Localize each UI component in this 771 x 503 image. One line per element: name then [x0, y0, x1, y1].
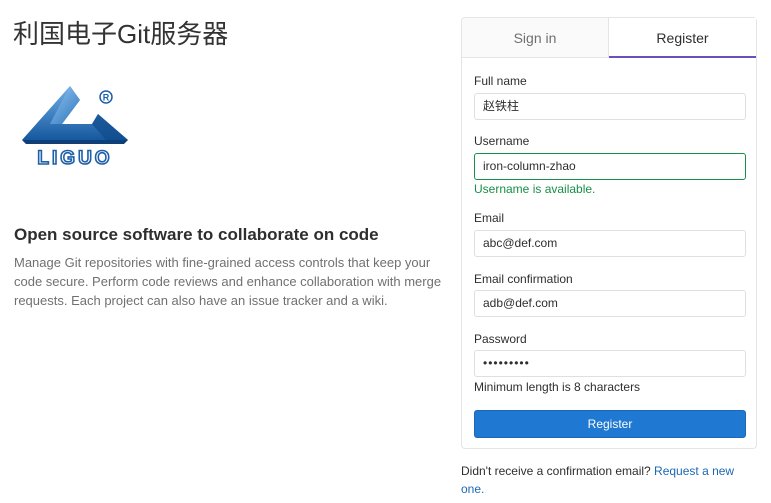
- confirmation-text: Didn't receive a confirmation email?: [461, 464, 655, 478]
- email-confirmation-field[interactable]: adb@def.com: [474, 290, 746, 317]
- description: Manage Git repositories with fine-graine…: [14, 255, 442, 308]
- site-title: 利国电子Git服务器: [13, 19, 229, 49]
- email-confirmation-label: Email confirmation: [474, 272, 573, 286]
- svg-text:R: R: [103, 93, 110, 103]
- tab-register[interactable]: Register: [609, 18, 756, 58]
- password-field[interactable]: •••••••••: [474, 350, 746, 377]
- password-length-hint: Minimum length is 8 characters: [474, 380, 641, 394]
- email-field[interactable]: abc@def.com: [474, 230, 746, 257]
- password-label: Password: [474, 332, 527, 346]
- username-label: Username: [474, 134, 530, 148]
- auth-panel: Sign in Register Full name 赵铁柱 Username …: [461, 17, 757, 449]
- logo-wordmark: LIGUO: [37, 148, 112, 168]
- confirmation-email-prompt: Didn't receive a confirmation email? Req…: [461, 462, 751, 498]
- username-field[interactable]: iron-column-zhao: [474, 153, 746, 180]
- tagline: Open source software to collaborate on c…: [14, 225, 379, 244]
- liguo-logo-graphic: R LIGUO: [22, 86, 128, 170]
- liguo-logo: R LIGUO: [20, 84, 132, 170]
- full-name-field[interactable]: 赵铁柱: [474, 93, 746, 120]
- auth-tabs: Sign in Register: [462, 18, 756, 58]
- username-available-hint: Username is available.: [474, 182, 596, 196]
- email-label: Email: [474, 211, 505, 225]
- tab-sign-in[interactable]: Sign in: [462, 18, 609, 58]
- register-button[interactable]: Register: [474, 410, 746, 438]
- full-name-label: Full name: [474, 74, 527, 88]
